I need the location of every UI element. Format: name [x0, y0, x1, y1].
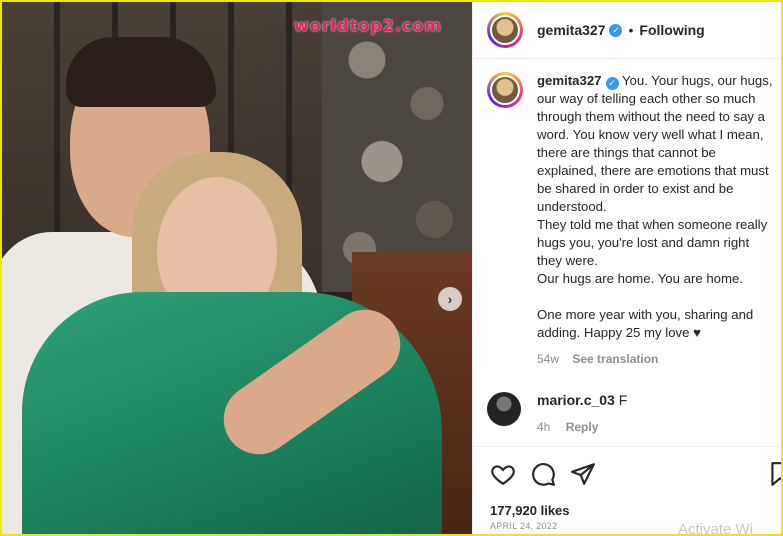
chevron-right-icon[interactable]: ›	[438, 287, 462, 311]
post-date: APRIL 24, 2022	[490, 521, 558, 531]
avatar[interactable]	[487, 12, 523, 48]
caption-line-4: One more year with you, sharing and addi…	[537, 307, 754, 340]
watermark-text: worldtop2.com	[294, 16, 443, 35]
caption-meta: 54w See translation	[537, 350, 774, 368]
caption-area: gemita327 ✓ You. Your hugs, our hugs, our…	[487, 72, 774, 368]
comment-text: F	[618, 392, 628, 408]
comment-username[interactable]: marior.c_03	[537, 392, 615, 408]
verified-badge-icon: ✓	[605, 76, 619, 90]
activate-windows-overlay: Activate Wi	[678, 521, 754, 536]
likes-count[interactable]: 177,920 likes	[490, 503, 570, 518]
comment-body: marior.c_03 F 4h Reply	[537, 392, 627, 434]
caption-avatar[interactable]	[487, 72, 523, 108]
comment-age: 4h	[537, 420, 551, 434]
caption-username[interactable]: gemita327	[537, 73, 602, 88]
caption-line-2: They told me that when someone really hu…	[537, 217, 768, 268]
share-icon[interactable]	[570, 461, 596, 487]
post-frame: worldtop2.com › gemita327 ✓ • Following …	[0, 0, 783, 536]
comment-icon[interactable]	[530, 461, 556, 487]
photo-man-hair	[66, 37, 216, 107]
caption-line-3: Our hugs are home. You are home.	[537, 271, 744, 286]
see-translation-button[interactable]: See translation	[572, 352, 658, 366]
bookmark-icon[interactable]	[767, 461, 783, 487]
caption-line-1: You. Your hugs, our hugs, our way of tel…	[537, 73, 773, 214]
photo-bg-stone	[322, 2, 472, 292]
verified-badge-icon: ✓	[609, 23, 623, 37]
heart-icon[interactable]	[490, 461, 516, 487]
reply-button[interactable]: Reply	[566, 420, 599, 434]
post-sidebar: gemita327 ✓ • Following gemita327 ✓ You. …	[472, 2, 783, 536]
comment-meta: 4h Reply	[537, 420, 627, 434]
post-header: gemita327 ✓ • Following	[473, 2, 781, 59]
separator-dot: •	[628, 22, 634, 38]
action-bar	[473, 446, 783, 495]
avatar-image	[490, 15, 520, 45]
avatar-image	[490, 75, 520, 105]
comment-item: marior.c_03 F 4h Reply	[487, 392, 627, 434]
comment-avatar[interactable]	[487, 392, 521, 426]
caption-age: 54w	[537, 352, 560, 366]
caption: gemita327 ✓ You. Your hugs, our hugs, our…	[537, 72, 774, 368]
following-button[interactable]: Following	[639, 22, 704, 38]
post-photo[interactable]: worldtop2.com ›	[2, 2, 472, 534]
post-username[interactable]: gemita327	[537, 22, 605, 38]
